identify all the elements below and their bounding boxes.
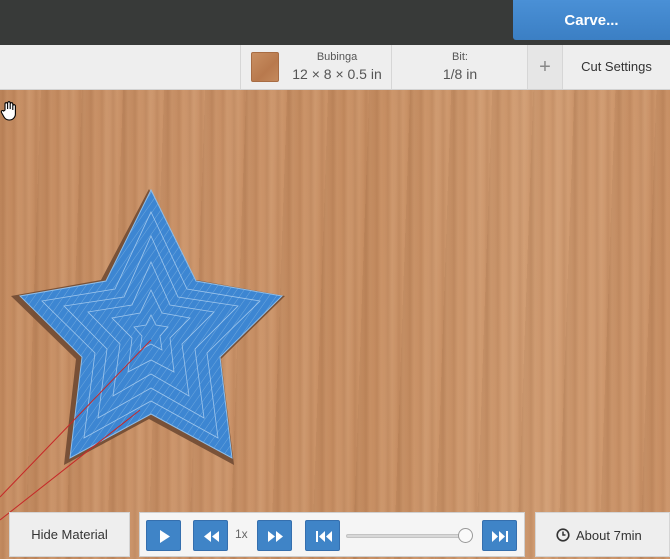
material-selector[interactable]: Bubinga 12 × 8 × 0.5 in	[240, 45, 391, 89]
bit-label: Bit:	[452, 51, 468, 63]
carve-button[interactable]: Carve...	[513, 0, 670, 40]
play-icon	[160, 530, 170, 543]
material-dimensions: 12 × 8 × 0.5 in	[292, 66, 382, 82]
rewind-button[interactable]	[193, 520, 228, 551]
material-toolbar: Bubinga 12 × 8 × 0.5 in Bit: 1/8 in + Cu…	[0, 45, 670, 90]
material-name: Bubinga	[316, 51, 358, 63]
clock-icon	[556, 528, 570, 542]
star-toolpath-preview	[0, 188, 285, 521]
skip-to-start-button[interactable]	[305, 520, 340, 551]
speed-label[interactable]: 1x	[235, 527, 248, 541]
plus-icon: +	[539, 56, 551, 78]
add-bit-button[interactable]: +	[527, 45, 562, 89]
skip-to-start-icon	[316, 531, 332, 542]
bit-selector[interactable]: Bit: 1/8 in	[391, 45, 527, 89]
estimated-time[interactable]: About 7min	[535, 512, 670, 557]
progress-slider-handle[interactable]	[457, 528, 473, 543]
preview-canvas[interactable]	[0, 90, 670, 559]
skip-to-end-icon	[492, 531, 508, 542]
hide-material-button[interactable]: Hide Material	[9, 512, 130, 557]
skip-to-end-button[interactable]	[482, 520, 517, 551]
top-bar: Carve...	[0, 0, 670, 45]
progress-slider[interactable]	[346, 534, 469, 538]
fast-forward-button[interactable]	[257, 520, 292, 551]
hand-cursor-icon	[0, 101, 16, 121]
play-button[interactable]	[146, 520, 181, 551]
bit-value: 1/8 in	[442, 66, 478, 82]
rewind-icon	[204, 531, 219, 542]
simulation-player: 1x	[139, 512, 525, 557]
cut-settings-button[interactable]: Cut Settings	[562, 45, 670, 89]
estimated-time-label: About 7min	[576, 528, 642, 543]
material-swatch	[251, 52, 279, 82]
fast-forward-icon	[268, 531, 283, 542]
